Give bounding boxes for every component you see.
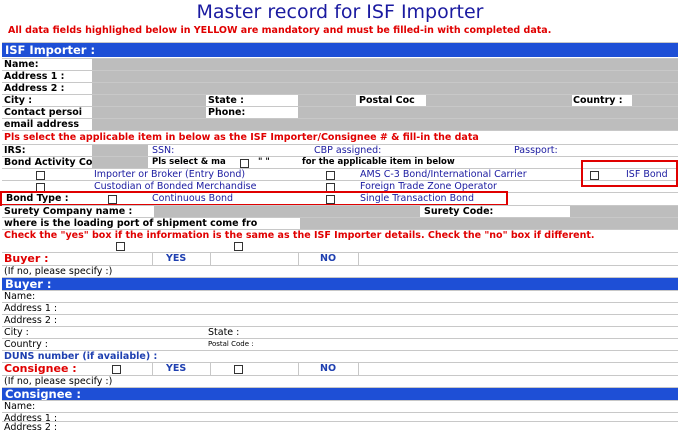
consignee-address1-label: Address 1 :: [4, 413, 58, 421]
select-note: Pls select the applicable item in below …: [2, 130, 678, 143]
address2-label: Address 2 :: [4, 83, 65, 94]
buyer-name-label: Name:: [4, 291, 36, 302]
passport-label: Passport:: [514, 145, 558, 156]
buyer-no-label: NO: [320, 253, 337, 264]
importer-phone-field[interactable]: [298, 107, 678, 118]
consignee-address2-label: Address 2 :: [4, 422, 58, 430]
consignee-yes-no-row: Consignee : YES NO: [2, 362, 678, 375]
importer-country-field[interactable]: [632, 95, 678, 106]
divider: [210, 253, 211, 265]
select-mark-text-b: " ": [258, 157, 270, 167]
surety-company-label: Surety Company name :: [4, 206, 133, 217]
importer-state-field[interactable]: [298, 95, 356, 106]
buyer-country-row[interactable]: Country : Postal Code :: [2, 338, 678, 350]
buyer-address2-label: Address 2 :: [4, 315, 58, 326]
importer-address2-field[interactable]: [92, 83, 678, 94]
mandatory-note: All data fields highlighed below in YELL…: [8, 25, 552, 36]
importer-email-row: email address: [2, 118, 678, 130]
importer-broker-label: Importer or Broker (Entry Bond): [94, 169, 246, 180]
divider: [298, 363, 299, 375]
email-label: email address: [4, 119, 80, 130]
consignee-specify-label: (If no, please specify :): [4, 376, 113, 387]
importer-city-row: City : State : Postal Coc Country :: [2, 94, 678, 106]
buyer-state-label: State :: [208, 327, 240, 338]
isf-importer-header: ISF Importer :: [2, 42, 678, 57]
consignee-label: Consignee :: [4, 363, 77, 375]
buyer-address2-row[interactable]: Address 2 :: [2, 314, 678, 326]
surety-row: Surety Company name : Surety Code:: [2, 205, 678, 217]
buyer-header: Buyer :: [2, 277, 678, 291]
importer-contact-row: Contact persoi Phone:: [2, 106, 678, 118]
loading-port-label: where is the loading port of shipment co…: [4, 218, 258, 229]
bond-type-highlight: [0, 191, 508, 206]
buyer-specify-label: (If no, please specify :): [4, 266, 113, 277]
buyer-name-row[interactable]: Name:: [2, 290, 678, 302]
city-label: City :: [4, 95, 33, 106]
divider: [358, 253, 359, 265]
importer-address1-row: Address 1 :: [2, 70, 678, 82]
buyer-label: Buyer :: [4, 253, 49, 265]
surety-code-label: Surety Code:: [424, 206, 494, 217]
consignee-address1-row[interactable]: Address 1 :: [2, 412, 678, 421]
buyer-checkbox-row: [2, 240, 678, 252]
consignee-address2-row[interactable]: Address 2 :: [2, 421, 678, 430]
buyer-yes-no-row: Buyer : YES NO: [2, 252, 678, 265]
importer-name-row: Name:: [2, 58, 678, 70]
phone-label: Phone:: [208, 107, 246, 118]
divider: [210, 363, 211, 375]
country-label: Country :: [573, 95, 623, 106]
consignee-yes-label: YES: [166, 363, 187, 374]
bond-row-1: Importer or Broker (Entry Bond) AMS C-3 …: [2, 168, 678, 180]
state-label: State :: [208, 95, 244, 106]
buyer-specify-row: (If no, please specify :): [2, 265, 678, 277]
buyer-city-row[interactable]: City : State :: [2, 326, 678, 338]
buyer-city-label: City :: [4, 327, 29, 338]
select-mark-text-a: Pls select & ma: [152, 157, 226, 167]
bond-activity-row: Bond Activity Code: Pls select & ma " " …: [2, 156, 678, 168]
importer-contact-field[interactable]: [92, 107, 206, 118]
duns-row: DUNS number (if available) :: [2, 350, 678, 362]
divider: [358, 363, 359, 375]
page-title: Master record for ISF Importer: [196, 1, 484, 23]
divider: [152, 363, 153, 375]
buyer-postal-label: Postal Code :: [208, 340, 254, 348]
buyer-address1-row[interactable]: Address 1 :: [2, 302, 678, 314]
consignee-header: Consignee :: [2, 387, 678, 401]
divider: [298, 253, 299, 265]
loading-port-field[interactable]: [300, 218, 678, 229]
importer-postal-field[interactable]: [426, 95, 572, 106]
importer-address2-row: Address 2 :: [2, 82, 678, 94]
select-mark-text-c: for the applicable item in below: [302, 157, 455, 167]
importer-name-field[interactable]: [92, 59, 678, 70]
buyer-country-label: Country :: [4, 339, 48, 350]
cbp-label: CBP assigned:: [314, 145, 382, 156]
ssn-label: SSN:: [152, 145, 175, 156]
importer-city-field[interactable]: [92, 95, 206, 106]
duns-label: DUNS number (if available) :: [4, 351, 158, 362]
importer-address1-field[interactable]: [92, 71, 678, 82]
consignee-name-row[interactable]: Name:: [2, 400, 678, 412]
ams-label: AMS C-3 Bond/International Carrier: [360, 169, 527, 180]
postal-label: Postal Coc: [359, 95, 415, 106]
name-label: Name:: [4, 59, 39, 70]
loading-port-row: where is the loading port of shipment co…: [2, 217, 678, 229]
irs-field[interactable]: [92, 145, 148, 156]
importer-email-field[interactable]: [92, 119, 678, 130]
consignee-specify-row: (If no, please specify :): [2, 375, 678, 387]
consignee-name-label: Name:: [4, 401, 36, 412]
isf-bond-highlight: [581, 160, 678, 187]
ids-row: IRS: SSN: CBP assigned: Passport:: [2, 144, 678, 156]
contact-label: Contact persoi: [4, 107, 83, 118]
consignee-no-label: NO: [320, 363, 337, 374]
bond-activity-field[interactable]: [92, 157, 148, 168]
surety-code-field[interactable]: [570, 206, 678, 217]
irs-label: IRS:: [4, 145, 26, 156]
buyer-address1-label: Address 1 :: [4, 303, 58, 314]
divider: [152, 253, 153, 265]
address1-label: Address 1 :: [4, 71, 65, 82]
buyer-yes-label: YES: [166, 253, 187, 264]
surety-company-field[interactable]: [154, 206, 420, 217]
